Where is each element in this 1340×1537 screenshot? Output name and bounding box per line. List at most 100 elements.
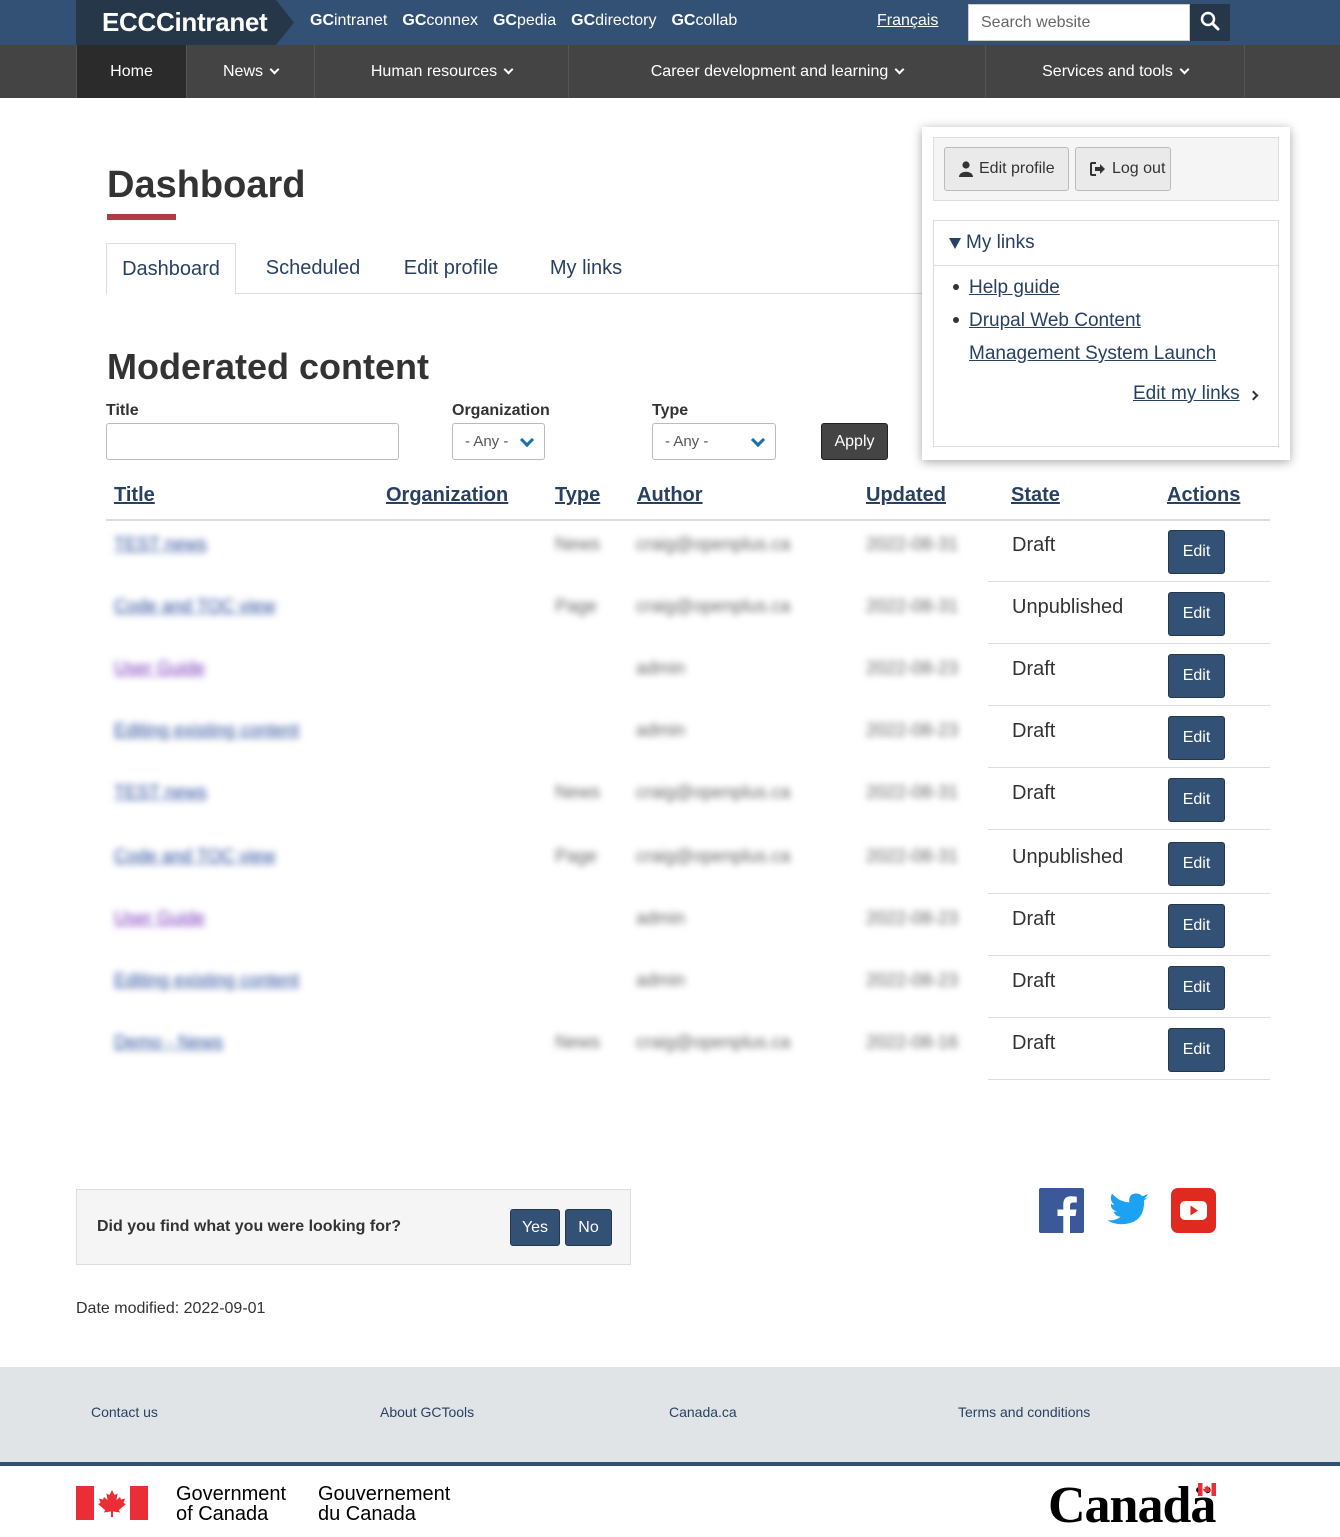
sign-out-icon bbox=[1090, 162, 1105, 176]
footer-link-terms[interactable]: Terms and conditions bbox=[958, 1404, 1090, 1420]
chevron-down-icon bbox=[519, 432, 535, 448]
cell-title-link[interactable]: Code and TOC view bbox=[114, 596, 275, 617]
column-header-organization[interactable]: Organization bbox=[386, 484, 508, 507]
type-select-value: - Any - bbox=[665, 433, 709, 450]
edit-button[interactable]: Edit bbox=[1168, 592, 1225, 636]
edit-profile-button[interactable]: Edit profile bbox=[944, 147, 1069, 191]
feedback-no-button[interactable]: No bbox=[565, 1209, 612, 1246]
table-row: Code and TOC view Page craig@openplus.ca 20… bbox=[106, 582, 1270, 644]
table-row: Code and TOC view Page craig@openplus.ca 20… bbox=[106, 832, 1270, 894]
apply-button[interactable]: Apply bbox=[821, 423, 888, 460]
cell-title-link[interactable]: Editing existing content bbox=[114, 720, 299, 741]
brand-text[interactable]: ECCCintranet bbox=[102, 7, 268, 38]
tab-edit-profile[interactable]: Edit profile bbox=[390, 243, 512, 294]
cell-title-link[interactable]: TEST news bbox=[114, 782, 207, 803]
gc-link-directory[interactable]: GCdirectory bbox=[571, 12, 656, 30]
gc-link-collab[interactable]: GCcollab bbox=[671, 12, 737, 30]
footer-link-about[interactable]: About GCTools bbox=[380, 1404, 474, 1420]
footer-link-canada-ca[interactable]: Canada.ca bbox=[669, 1404, 737, 1420]
gc-link-connex[interactable]: GCconnex bbox=[402, 12, 478, 30]
edit-button[interactable]: Edit bbox=[1168, 1028, 1225, 1072]
title-filter-input[interactable] bbox=[106, 423, 399, 460]
edit-my-links-link[interactable]: Edit my links bbox=[1133, 383, 1240, 405]
edit-button[interactable]: Edit bbox=[1168, 842, 1225, 886]
edit-button[interactable]: Edit bbox=[1168, 904, 1225, 948]
bullet bbox=[953, 317, 959, 323]
column-header-actions[interactable]: Actions bbox=[1167, 484, 1240, 507]
cell-state: Draft bbox=[1012, 534, 1056, 556]
gc-link-pedia[interactable]: GCpedia bbox=[493, 12, 556, 30]
nav-news[interactable]: News bbox=[186, 45, 314, 98]
tab-dashboard[interactable]: Dashboard bbox=[106, 243, 236, 295]
cell-title-link[interactable]: TEST news bbox=[114, 534, 207, 555]
cell-state: Draft bbox=[1012, 658, 1056, 680]
column-header-updated[interactable]: Updated bbox=[866, 484, 946, 507]
brand-logo[interactable]: ECCCintranet bbox=[76, 0, 294, 45]
footer-link-contact[interactable]: Contact us bbox=[91, 1404, 158, 1420]
cell-state: Unpublished bbox=[1012, 596, 1124, 618]
facebook-icon[interactable] bbox=[1039, 1188, 1084, 1233]
cell-updated: 2022-08-23 bbox=[866, 658, 959, 678]
youtube-icon[interactable] bbox=[1171, 1188, 1216, 1233]
cell-title-link[interactable]: Editing existing content bbox=[114, 970, 299, 991]
cell-state: Draft bbox=[1012, 782, 1056, 804]
top-bar: ECCCintranet GCintranet GCconnex GCpedia… bbox=[0, 0, 1340, 45]
cell-title-link[interactable]: Code and TOC view bbox=[114, 846, 275, 867]
chevron-right-icon bbox=[1248, 390, 1259, 401]
edit-button[interactable]: Edit bbox=[1168, 966, 1225, 1010]
column-header-title[interactable]: Title bbox=[114, 484, 155, 507]
my-links-toggle[interactable]: My links bbox=[934, 221, 1278, 266]
tab-scheduled[interactable]: Scheduled bbox=[249, 243, 377, 294]
cell-title-link[interactable]: User Guide bbox=[114, 658, 205, 679]
log-out-label: Log out bbox=[1112, 160, 1166, 177]
nav-career-development[interactable]: Career development and learning bbox=[568, 45, 985, 98]
search-button[interactable] bbox=[1190, 4, 1230, 41]
chevron-down-icon bbox=[894, 64, 905, 75]
cell-updated: 2022-08-23 bbox=[866, 970, 959, 990]
nav-human-resources[interactable]: Human resources bbox=[314, 45, 568, 98]
column-header-state[interactable]: State bbox=[1011, 484, 1060, 507]
column-header-author[interactable]: Author bbox=[637, 484, 703, 507]
cell-state: Draft bbox=[1012, 1032, 1056, 1054]
language-toggle[interactable]: Français bbox=[877, 12, 938, 30]
cell-updated: 2022-08-31 bbox=[866, 596, 959, 616]
feedback-question: Did you find what you were looking for? bbox=[97, 1218, 401, 1235]
chevron-down-icon bbox=[1179, 64, 1190, 75]
table-row: User Guide admin 2022-08-23 Draft Edit bbox=[106, 894, 1270, 956]
table-row: Demo - News News craig@openplus.ca 2022-08-… bbox=[106, 1018, 1270, 1080]
column-header-type[interactable]: Type bbox=[555, 484, 600, 507]
my-link-drupal-launch[interactable]: Drupal Web Content Management System Lau… bbox=[969, 304, 1229, 370]
my-links-section: My links Help guide Drupal Web Content M… bbox=[933, 220, 1279, 447]
nav-services-tools[interactable]: Services and tools bbox=[985, 45, 1245, 98]
search-input[interactable] bbox=[968, 4, 1190, 41]
cell-title-link[interactable]: Demo - News bbox=[114, 1032, 223, 1053]
feedback-yes-button[interactable]: Yes bbox=[510, 1209, 560, 1246]
organization-select[interactable]: - Any - bbox=[452, 423, 545, 460]
twitter-icon[interactable] bbox=[1105, 1188, 1150, 1233]
list-item: Help guide bbox=[953, 271, 1229, 304]
cell-author: admin bbox=[636, 908, 686, 928]
edit-button[interactable]: Edit bbox=[1168, 778, 1225, 822]
chevron-down-icon bbox=[750, 432, 766, 448]
nav-home[interactable]: Home bbox=[76, 45, 186, 98]
cell-title-link[interactable]: User Guide bbox=[114, 908, 205, 929]
canada-wordmark: Canadä bbox=[1048, 1477, 1216, 1534]
my-links-heading: My links bbox=[966, 232, 1035, 253]
type-select[interactable]: - Any - bbox=[652, 423, 776, 460]
cell-author: craig@openplus.ca bbox=[636, 534, 791, 554]
cell-author: craig@openplus.ca bbox=[636, 1032, 791, 1052]
table-row: User Guide admin 2022-08-23 Draft Edit bbox=[106, 644, 1270, 706]
tab-my-links[interactable]: My links bbox=[536, 243, 636, 294]
gc-link-intranet[interactable]: GCintranet bbox=[310, 12, 387, 30]
organization-filter-label: Organization bbox=[452, 402, 550, 419]
cell-state: Draft bbox=[1012, 720, 1056, 742]
my-link-help-guide[interactable]: Help guide bbox=[969, 271, 1229, 304]
table-row: Editing existing content admin 2022-08-23 D… bbox=[106, 706, 1270, 768]
canada-flag-icon[interactable] bbox=[76, 1486, 148, 1520]
edit-button[interactable]: Edit bbox=[1168, 716, 1225, 760]
log-out-button[interactable]: Log out bbox=[1075, 147, 1171, 191]
edit-button[interactable]: Edit bbox=[1168, 530, 1225, 574]
edit-button[interactable]: Edit bbox=[1168, 654, 1225, 698]
nav-services-label: Services and tools bbox=[1042, 62, 1173, 80]
triangle-down-icon bbox=[949, 237, 961, 249]
